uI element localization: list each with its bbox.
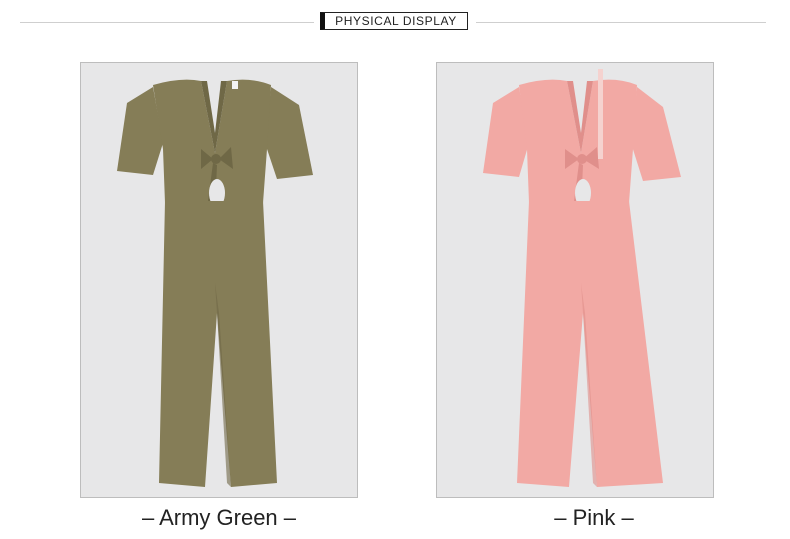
caption-army-green: – Army Green – xyxy=(141,505,297,530)
product-photo-pink xyxy=(436,62,714,498)
jumpsuit-illustration-army-green xyxy=(117,79,313,487)
jumpsuit-illustration-pink xyxy=(483,69,681,487)
product-photo-army-green xyxy=(80,62,358,498)
caption-pink: – Pink – xyxy=(554,505,634,530)
header-rule-left xyxy=(20,22,314,23)
section-title: PHYSICAL DISPLAY xyxy=(320,12,468,30)
header-rule-right xyxy=(476,22,766,23)
